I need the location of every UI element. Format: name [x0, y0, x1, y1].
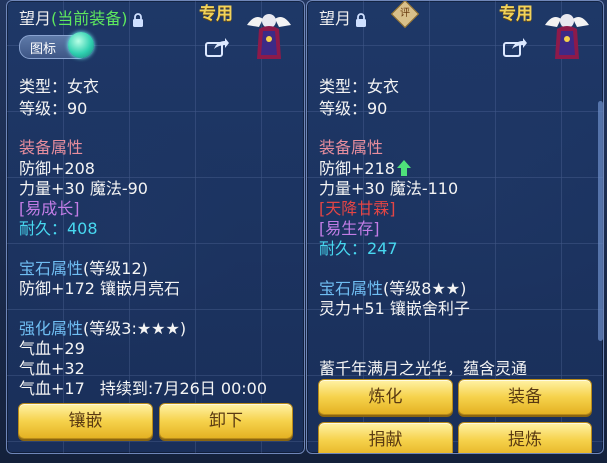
exclusive-label: 专用	[199, 4, 233, 24]
item-level: 等级：90	[319, 99, 388, 118]
item-type: 类型：女衣	[19, 77, 100, 96]
icon-toggle-label: 图标	[30, 42, 57, 57]
lock-icon	[132, 12, 143, 27]
durability-stat: 耐久：408	[19, 219, 98, 238]
unequip-button[interactable]: 卸下	[159, 403, 293, 439]
scrollbar[interactable]	[598, 101, 603, 341]
item-flavor-text: 蓄千年满月之光华，蕴含灵通	[319, 359, 528, 378]
orb-icon	[68, 32, 94, 58]
exclusive-label: 专用	[499, 4, 533, 24]
item-name: 望月	[19, 9, 52, 28]
inlay-button[interactable]: 镶嵌	[18, 403, 153, 439]
extract-button[interactable]: 提炼	[458, 422, 592, 453]
item-level: 等级：90	[19, 99, 88, 118]
refine-button[interactable]: 炼化	[318, 379, 453, 415]
equip-button[interactable]: 装备	[458, 379, 592, 415]
hp-bonus-3: 气血+17	[19, 379, 85, 398]
item-title: 望月(当前装备)	[19, 5, 144, 29]
character-avatar-icon	[247, 14, 291, 59]
donate-button[interactable]: 捐献	[318, 422, 453, 453]
item-type: 类型：女衣	[319, 77, 400, 96]
lock-icon	[356, 12, 367, 27]
share-icon[interactable]	[503, 37, 527, 57]
durability-stat: 耐久：247	[319, 239, 398, 258]
share-icon[interactable]	[205, 37, 229, 57]
enhance-level: (等级3:★★★)	[83, 319, 187, 338]
increase-arrow-icon	[396, 160, 411, 176]
equipped-item-panel: 望月(当前装备) 专用 图标 类型：女衣 等级：90 装备属性 防御+208 力…	[6, 0, 305, 454]
hp-bonus-3-row: 气血+17 持续到:7月26日 00:00	[19, 375, 267, 399]
character-avatar-icon	[545, 14, 589, 59]
compare-item-panel: 望月 评 专用 类型：女衣 等级：90 装备属性 防御+218 力量+30 魔法…	[306, 0, 604, 454]
icon-toggle-button[interactable]: 图标	[19, 32, 94, 59]
enhance-duration: 持续到:7月26日 00:00	[99, 379, 268, 398]
item-title: 望月	[319, 5, 367, 29]
current-equipped-tag: (当前装备)	[51, 9, 128, 28]
gem-effect: 防御+172 镶嵌月亮石	[19, 279, 181, 298]
item-name: 望月	[319, 9, 352, 28]
gem-effect: 灵力+51 镶嵌舍利子	[319, 299, 470, 318]
